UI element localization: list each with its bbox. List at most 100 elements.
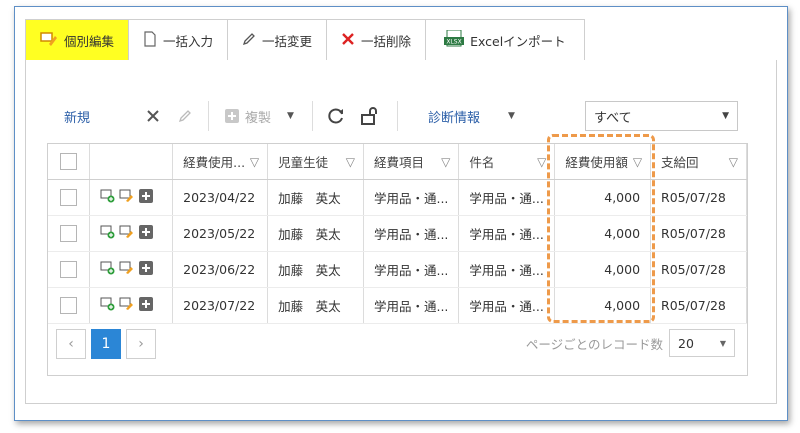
cell-student: 加藤 英太: [267, 251, 364, 288]
duplicate-row-icon[interactable]: [138, 296, 154, 315]
tab-excel-import[interactable]: XLSX Excelインポート: [425, 19, 585, 60]
row-select-cell: [48, 179, 91, 216]
add-row-icon[interactable]: [100, 297, 115, 314]
row-select-cell: [48, 251, 91, 288]
edit-row-icon[interactable]: [119, 225, 134, 242]
cell-date: 2023/06/22: [172, 251, 269, 288]
xlsx-icon: XLSX: [444, 29, 465, 51]
diagnostics-dropdown-icon[interactable]: ▼: [508, 111, 515, 121]
amount-column-highlight: [547, 134, 655, 323]
cell-text: 2023/06/22: [183, 262, 256, 277]
cell-payment: R05/07/28: [650, 287, 747, 324]
cell-text: 学用品・通...: [469, 299, 544, 314]
prev-page-button[interactable]: ‹: [56, 329, 86, 359]
per-page-value: 20: [678, 335, 694, 351]
tab-bulk-delete[interactable]: 一括削除: [326, 19, 427, 60]
copy-button[interactable]: 複製: [245, 107, 271, 126]
cell-date: 2023/05/22: [172, 215, 269, 252]
column-header[interactable]: 児童生徒 ▽: [267, 144, 364, 180]
row-checkbox[interactable]: [60, 297, 78, 314]
add-row-icon[interactable]: [100, 225, 115, 242]
svg-text:XLSX: XLSX: [446, 38, 461, 45]
cell-date: 2023/04/22: [172, 179, 269, 216]
column-header-label: 児童生徒: [278, 155, 329, 170]
row-checkbox[interactable]: [60, 225, 78, 242]
chevron-down-icon: ▼: [719, 338, 726, 348]
next-page-button[interactable]: ›: [126, 329, 156, 359]
column-header-label: 経費使用...: [183, 155, 246, 170]
tab-bulk-change[interactable]: 一括変更: [227, 19, 328, 60]
cell-text: 加藤 英太: [278, 263, 341, 278]
refresh-icon[interactable]: [323, 103, 349, 129]
per-page-control: ページごとのレコード数 20 ▼: [526, 329, 735, 357]
tab-label: 個別編集: [64, 33, 115, 49]
column-header-label: 経費項目: [373, 155, 424, 170]
duplicate-row-icon[interactable]: [138, 260, 154, 279]
row-checkbox[interactable]: [60, 189, 78, 206]
per-page-select[interactable]: 20 ▼: [669, 329, 735, 357]
tab-individual-edit[interactable]: 個別編集: [25, 19, 130, 60]
cell-text: 学用品・通...: [469, 191, 544, 206]
cell-text: R05/07/28: [661, 226, 726, 241]
cell-text: 加藤 英太: [278, 299, 341, 314]
column-header[interactable]: 経費使用... ▽: [172, 144, 269, 180]
select-all-cell: [48, 144, 91, 180]
cell-student: 加藤 英太: [267, 179, 364, 216]
row-checkbox[interactable]: [60, 261, 78, 278]
duplicate-row-icon[interactable]: [138, 188, 154, 207]
page-button[interactable]: 1: [91, 329, 121, 359]
filter-select[interactable]: すべて ▼: [585, 101, 738, 131]
cell-student: 加藤 英太: [267, 287, 364, 324]
cell-text: R05/07/28: [661, 190, 726, 205]
cell-payment: R05/07/28: [650, 251, 747, 288]
cell-student: 加藤 英太: [267, 215, 364, 252]
duplicate-row-icon[interactable]: [138, 224, 154, 243]
column-header[interactable]: 支給回 ▽: [650, 144, 747, 180]
edit-single-icon: [40, 31, 58, 50]
edit-row-icon[interactable]: [119, 189, 134, 206]
filter-icon[interactable]: ▽: [537, 155, 546, 169]
tab-label: 一括入力: [163, 33, 214, 49]
cell-subject: 学用品・通...: [458, 287, 556, 324]
select-all-checkbox[interactable]: [60, 153, 78, 170]
cell-text: 2023/05/22: [183, 226, 256, 241]
row-select-cell: [48, 215, 91, 252]
new-button[interactable]: 新規: [64, 107, 90, 126]
separator: [396, 101, 398, 131]
unlock-icon[interactable]: [357, 103, 383, 129]
edit-icon[interactable]: [172, 103, 198, 129]
chevron-down-icon: ▼: [722, 111, 729, 121]
pagination: ‹ 1 ›: [56, 329, 161, 359]
cell-text: 加藤 英太: [278, 191, 341, 206]
cell-text: R05/07/28: [661, 262, 726, 277]
filter-icon[interactable]: ▽: [441, 155, 450, 169]
edit-row-icon[interactable]: [119, 261, 134, 278]
column-header[interactable]: 件名 ▽: [458, 144, 556, 180]
cell-text: 2023/04/22: [183, 190, 256, 205]
cell-text: 2023/07/22: [183, 298, 256, 313]
cell-subject: 学用品・通...: [458, 251, 556, 288]
tab-bulk-input[interactable]: 一括入力: [128, 19, 229, 60]
cell-item: 学用品・通...: [363, 251, 460, 288]
add-row-icon[interactable]: [100, 261, 115, 278]
row-select-cell: [48, 287, 91, 324]
cell-item: 学用品・通...: [363, 287, 460, 324]
copy-dropdown-icon[interactable]: ▼: [287, 111, 294, 121]
cell-text: 学用品・通...: [469, 263, 544, 278]
pencil-icon: [242, 32, 256, 49]
copy-icon[interactable]: [219, 103, 245, 129]
cell-payment: R05/07/28: [650, 215, 747, 252]
edit-row-icon[interactable]: [119, 297, 134, 314]
cell-text: 学用品・通...: [469, 227, 544, 242]
row-actions-cell: [89, 251, 174, 288]
filter-icon[interactable]: ▽: [729, 155, 738, 169]
filter-icon[interactable]: ▽: [346, 155, 355, 169]
cell-text: 学用品・通...: [373, 191, 449, 206]
tab-label: 一括削除: [361, 33, 412, 49]
diagnostics-button[interactable]: 診断情報: [428, 107, 480, 126]
delete-icon[interactable]: [140, 103, 166, 129]
cell-text: 学用品・通...: [373, 299, 449, 314]
column-header[interactable]: 経費項目 ▽: [363, 144, 460, 180]
add-row-icon[interactable]: [100, 189, 115, 206]
filter-icon[interactable]: ▽: [250, 155, 259, 169]
